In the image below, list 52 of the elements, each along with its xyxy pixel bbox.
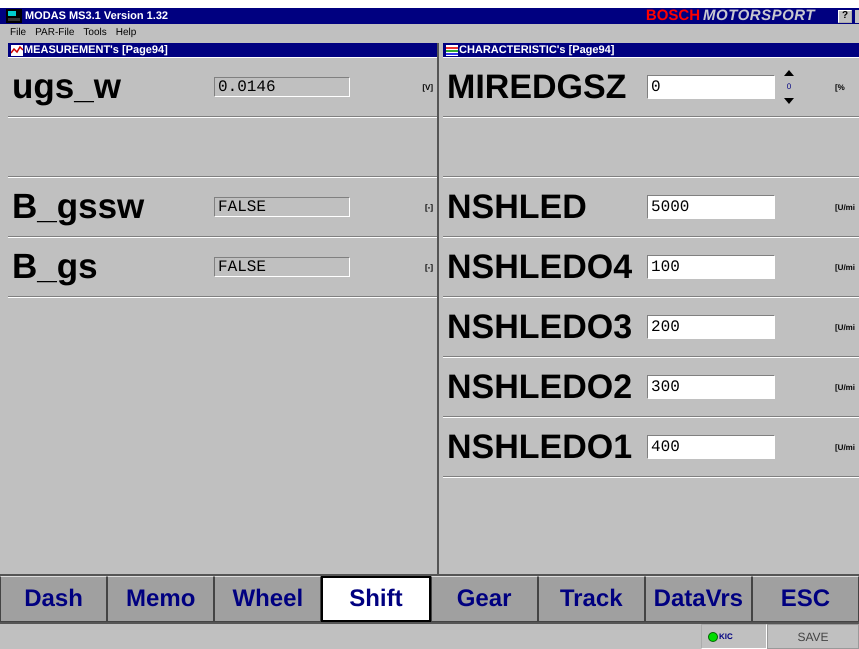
unit-label: [U/mi	[835, 442, 856, 452]
window-title: MODAS MS3.1 Version 1.32	[25, 10, 170, 22]
help-button[interactable]: ?	[838, 10, 852, 22]
value-field[interactable]: 200	[647, 315, 775, 339]
tab[interactable]: Track	[538, 576, 645, 622]
menu-item[interactable]: Help	[116, 26, 136, 38]
parameter-name: NSHLEDO3	[446, 308, 634, 346]
unit-label: [-]	[425, 202, 434, 212]
tab[interactable]: Memo	[107, 576, 214, 622]
unit-label: [U/mi	[835, 382, 856, 392]
parameter-name: MIREDGSZ	[446, 68, 628, 106]
unit-label: [%	[835, 82, 846, 92]
tab[interactable]: Dash	[0, 576, 108, 622]
down-arrow-icon[interactable]	[784, 98, 794, 104]
value-field[interactable]: 100	[647, 255, 775, 279]
spin-control[interactable]: 0	[777, 70, 801, 104]
value-field: 0.0146	[214, 77, 350, 97]
value-field[interactable]: 5000	[647, 195, 775, 219]
unit-label: [U/mi	[835, 202, 856, 212]
brand-subtitle: MOTORSPORT	[703, 8, 815, 24]
monitor-icon	[6, 9, 22, 23]
parameter-name: NSHLEDO1	[446, 428, 634, 466]
tab[interactable]: Shift	[321, 576, 430, 622]
parameter-name: B_gs	[11, 247, 99, 287]
save-button[interactable]: SAVE	[767, 624, 859, 649]
menu-item[interactable]: Tools	[83, 26, 107, 38]
panel-title: MEASUREMENT's [Page94]	[24, 44, 168, 56]
parameter-name: B_gssw	[11, 187, 146, 227]
step-value: 0	[786, 83, 792, 91]
value-field[interactable]: 0	[647, 75, 775, 99]
tab[interactable]: ESC	[752, 576, 859, 622]
brand-logo-text: BOSCH	[646, 8, 700, 24]
tab[interactable]: Gear	[430, 576, 538, 622]
unit-label: [V]	[422, 82, 434, 92]
unit-label: [U/mi	[835, 262, 856, 272]
tab[interactable]: Wheel	[214, 576, 322, 622]
panel-title: CHARACTERISTIC's [Page94]	[459, 44, 614, 56]
tab[interactable]: DataVrs	[644, 576, 752, 622]
value-field: FALSE	[214, 257, 350, 277]
menu-item[interactable]: PAR-File	[35, 26, 74, 38]
up-arrow-icon[interactable]	[784, 70, 794, 76]
indicator-label: KIC	[719, 632, 733, 641]
parameter-name: NSHLEDO2	[446, 368, 634, 406]
menu-item[interactable]: File	[10, 26, 26, 38]
parameter-name: NSHLEDO4	[446, 248, 634, 286]
parameter-name: ugs_w	[11, 67, 122, 107]
parameter-name: NSHLED	[446, 188, 588, 226]
unit-label: [U/mi	[835, 322, 856, 332]
value-field[interactable]: 400	[647, 435, 775, 459]
value-field[interactable]: 300	[647, 375, 775, 399]
value-field: FALSE	[214, 197, 350, 217]
unit-label: [-]	[425, 262, 434, 272]
